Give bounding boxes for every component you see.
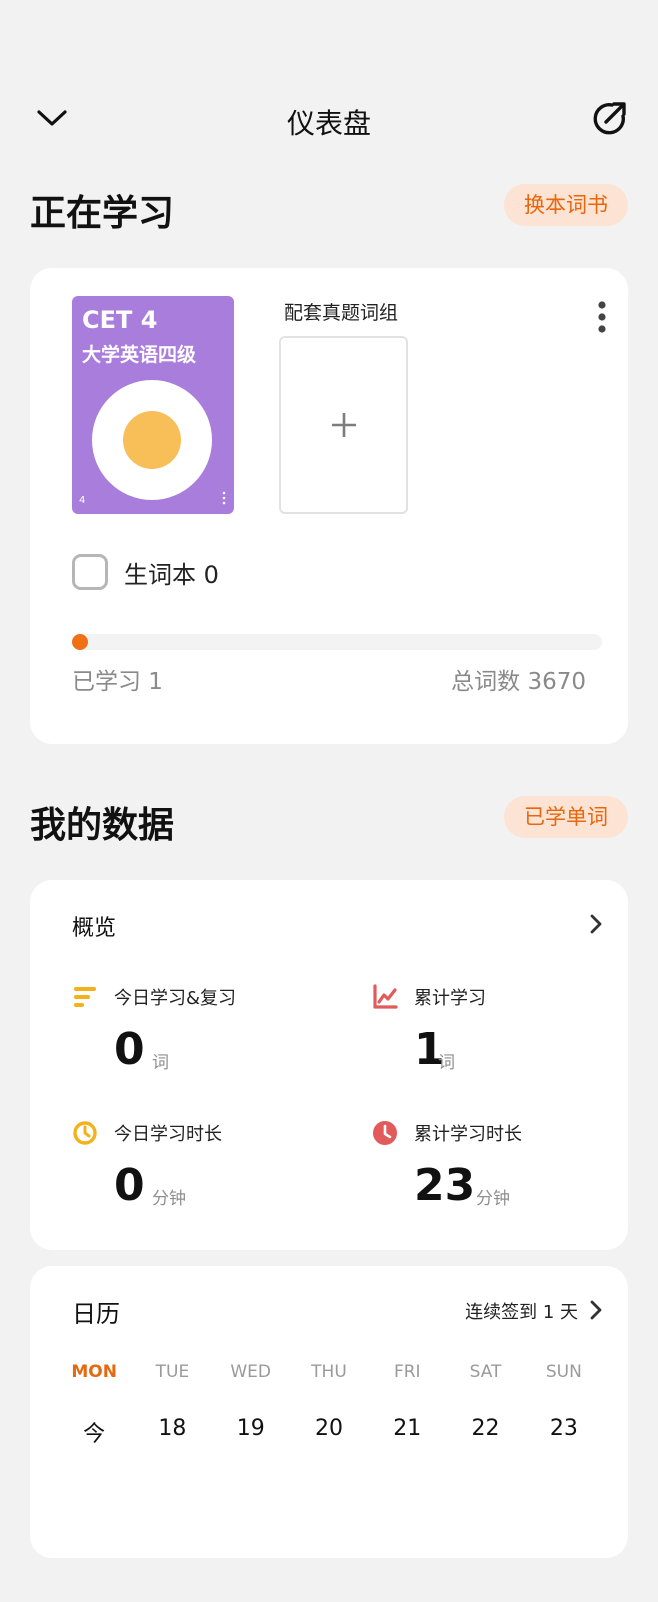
calendar-day[interactable]: 今 <box>55 1416 133 1448</box>
egg-illustration <box>92 380 212 500</box>
page-title: 仪表盘 <box>286 107 371 140</box>
wordbook-row[interactable]: 生词本 0 <box>72 552 219 592</box>
overview-title: 概览 <box>72 916 117 941</box>
stat-value: 0 <box>114 1024 145 1075</box>
calendar-day[interactable]: 21 <box>368 1416 446 1448</box>
wordbook-checkbox[interactable] <box>72 554 108 590</box>
calendar-day[interactable]: 18 <box>133 1416 211 1448</box>
weekday-label: WED <box>230 1362 272 1382</box>
dashboard-page: 仪表盘 正在学习 换本词书 CET 4 大学英语四级 4 配套真题词组 生词本 … <box>0 0 658 1602</box>
book-name: 大学英语四级 <box>82 344 197 366</box>
timer-icon <box>73 1121 97 1145</box>
book-mark-icon <box>222 491 226 505</box>
calendar-title: 日历 <box>72 1300 120 1328</box>
learning-progress-bar <box>72 634 602 650</box>
calendar-day[interactable]: 20 <box>290 1416 368 1448</box>
learned-words-button[interactable]: 已学单词 <box>504 796 628 838</box>
clock-icon <box>373 1121 397 1145</box>
egg-yolk <box>123 411 181 469</box>
learned-count: 已学习 1 <box>72 669 163 695</box>
chevron-right-icon[interactable] <box>586 1300 606 1320</box>
stat-unit: 词 <box>152 1053 169 1073</box>
stat-label: 累计学习 <box>414 988 486 1009</box>
stat-value: 23 <box>414 1160 476 1211</box>
stat-unit: 分钟 <box>152 1189 186 1209</box>
weekday-label: SAT <box>469 1362 502 1382</box>
trend-chart-icon <box>373 984 398 1009</box>
section-title-studying: 正在学习 <box>30 193 175 234</box>
change-book-button[interactable]: 换本词书 <box>504 184 628 226</box>
checkin-streak[interactable]: 连续签到 1 天 <box>465 1298 578 1324</box>
calendar-day[interactable]: 22 <box>446 1416 524 1448</box>
section-title-my-data: 我的数据 <box>30 805 175 846</box>
calendar-day[interactable]: 23 <box>525 1416 603 1448</box>
share-button[interactable] <box>588 96 632 140</box>
date-row: 今 18 19 20 21 22 23 <box>55 1416 603 1448</box>
book-card: CET 4 大学英语四级 4 配套真题词组 生词本 0 已学习 1 总词数 36… <box>30 268 628 744</box>
more-options-icon[interactable] <box>596 300 608 334</box>
wordbook-label: 生词本 0 <box>124 560 219 589</box>
add-phrase-group-button[interactable] <box>279 336 408 514</box>
calendar-card[interactable]: 日历 连续签到 1 天 MON TUE WED THU FRI SAT SUN … <box>30 1266 628 1558</box>
weekday-header-row: MON TUE WED THU FRI SAT SUN <box>55 1362 603 1382</box>
top-bar: 仪表盘 <box>0 92 658 152</box>
total-word-count: 总词数 3670 <box>451 669 586 695</box>
book-corner-number: 4 <box>79 495 86 506</box>
phrase-group-label: 配套真题词组 <box>284 302 399 324</box>
plus-icon <box>331 413 356 437</box>
calendar-day[interactable]: 19 <box>212 1416 290 1448</box>
overview-card[interactable]: 概览 今日学习&复习 0 词 累计学习 1 词 今日学习时长 0 分钟 累计学习… <box>30 880 628 1250</box>
weekday-label: FRI <box>393 1362 421 1382</box>
stat-unit: 分钟 <box>476 1189 510 1209</box>
book-cover[interactable]: CET 4 大学英语四级 4 <box>72 296 234 514</box>
chevron-right-icon[interactable] <box>586 914 606 934</box>
stat-label: 今日学习时长 <box>114 1124 222 1145</box>
weekday-label: THU <box>311 1362 347 1382</box>
share-icon <box>593 102 626 135</box>
weekday-label: TUE <box>155 1362 190 1382</box>
stat-label: 今日学习&复习 <box>114 988 237 1009</box>
book-code: CET 4 <box>82 306 158 334</box>
bars-icon <box>74 987 96 1007</box>
weekday-label: SUN <box>545 1362 582 1382</box>
progress-fill <box>72 634 88 650</box>
stat-label: 累计学习时长 <box>414 1124 522 1145</box>
stat-value: 0 <box>114 1160 145 1211</box>
stat-unit: 词 <box>438 1053 455 1073</box>
weekday-label: MON <box>71 1362 117 1382</box>
